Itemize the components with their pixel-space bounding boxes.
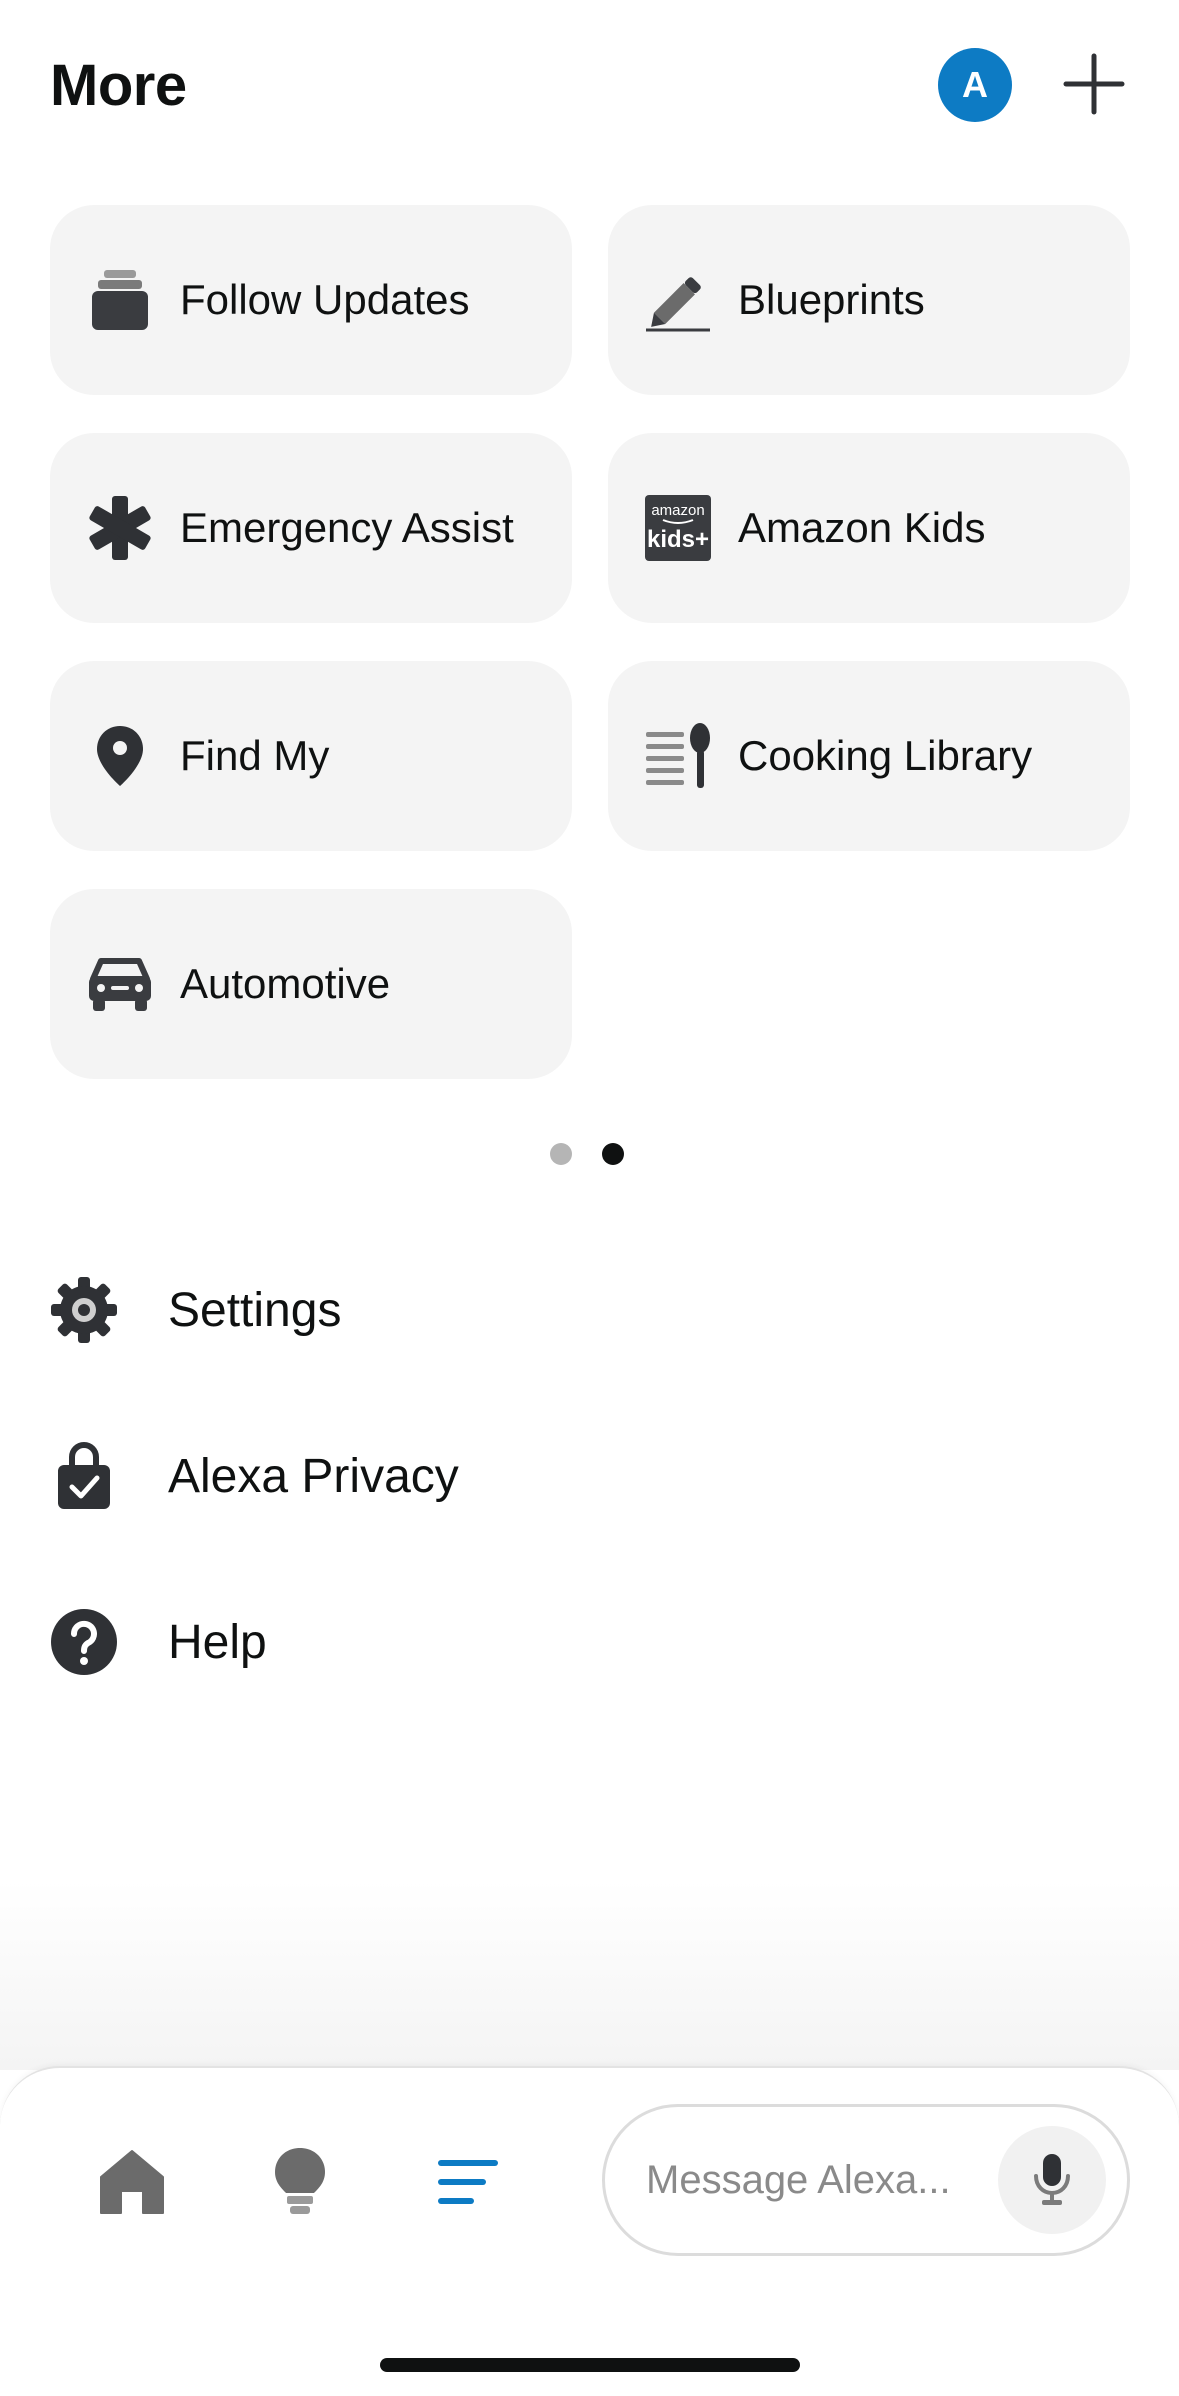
message-placeholder: Message Alexa... [646, 2157, 951, 2202]
page-dot-2-active[interactable] [602, 1143, 624, 1165]
bottom-fade [0, 1880, 1179, 2070]
car-icon [86, 952, 154, 1016]
location-pin-icon [86, 724, 154, 788]
tile-label: Follow Updates [180, 276, 470, 323]
asterisk-icon [86, 496, 154, 560]
tile-emergency-assist[interactable]: Emergency Assist [50, 433, 572, 623]
tile-label: Emergency Assist [180, 504, 514, 551]
menu-label: Settings [168, 1283, 342, 1337]
menu-item-alexa-privacy[interactable]: Alexa Privacy [0, 1416, 1179, 1536]
nav-more-button[interactable] [426, 2140, 510, 2224]
menu-item-help[interactable]: Help [0, 1582, 1179, 1702]
tile-label: Amazon Kids [738, 504, 986, 551]
page-dot-1[interactable] [550, 1143, 572, 1165]
more-menu-icon [438, 2160, 498, 2204]
tile-label: Cooking Library [738, 732, 1033, 779]
svg-text:kids+: kids+ [647, 526, 709, 553]
tile-blueprints[interactable]: Blueprints [608, 205, 1130, 395]
tile-automotive[interactable]: Automotive [50, 889, 572, 1079]
microphone-icon [1034, 2154, 1070, 2205]
plus-icon [1063, 53, 1125, 115]
menu-label: Help [168, 1615, 267, 1669]
tile-follow-updates[interactable]: Follow Updates [50, 205, 572, 395]
nav-home-button[interactable] [90, 2140, 174, 2224]
profile-avatar[interactable]: A [938, 48, 1012, 122]
tile-cooking-library[interactable]: Cooking Library [608, 661, 1130, 851]
tile-label: Find My [180, 732, 330, 779]
header: More A [0, 0, 1179, 170]
lightbulb-icon [275, 2148, 325, 2214]
svg-text:amazon: amazon [651, 502, 704, 519]
home-indicator [380, 2358, 800, 2372]
tile-label: Automotive [180, 960, 391, 1007]
nav-ideas-button[interactable] [258, 2140, 342, 2224]
page-indicator [550, 1143, 624, 1165]
add-button[interactable] [1060, 50, 1128, 118]
tile-amazon-kids[interactable]: amazon kids+ Amazon Kids [608, 433, 1130, 623]
privacy-lock-icon [48, 1440, 120, 1512]
amazon-kids-logo: amazon kids+ [644, 495, 712, 561]
tile-label: Blueprints [738, 276, 925, 323]
home-icon [100, 2150, 164, 2214]
menu-item-settings[interactable]: Settings [0, 1250, 1179, 1370]
menu-label: Alexa Privacy [168, 1449, 459, 1503]
gear-icon [48, 1274, 120, 1346]
spoon-list-icon [644, 723, 712, 788]
microphone-button[interactable] [998, 2126, 1106, 2234]
help-icon [48, 1606, 120, 1678]
pencil-icon [644, 268, 712, 332]
tile-find-my[interactable]: Find My [50, 661, 572, 851]
stack-icon [86, 268, 154, 332]
page-title: More [50, 53, 187, 118]
